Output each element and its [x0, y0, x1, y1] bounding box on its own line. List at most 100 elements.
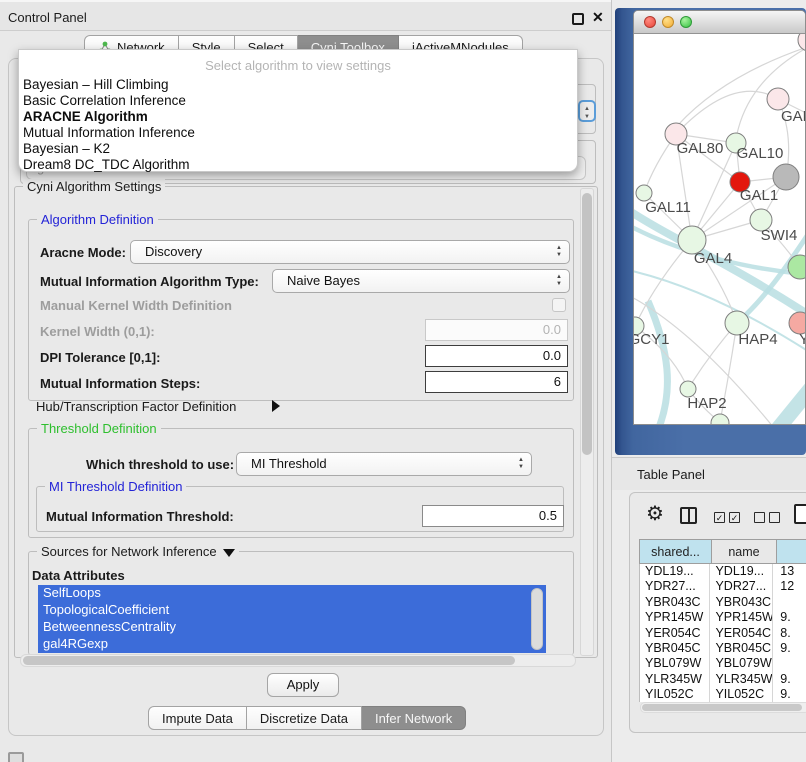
attribute-item-selected[interactable]: BetweennessCentrality: [38, 619, 546, 636]
mi-threshold-field[interactable]: 0.5: [422, 505, 564, 527]
cell-shared-name: YBL079W: [640, 656, 710, 671]
close-window-icon[interactable]: [644, 16, 656, 28]
table-row[interactable]: YIL052CYIL052C9.: [640, 687, 806, 702]
cell-name: YBR043C: [710, 595, 773, 610]
which-threshold-value: MI Threshold: [251, 456, 327, 471]
dropdown-item[interactable]: Bayesian – Hill Climbing: [23, 77, 573, 93]
manual-kernel-checkbox[interactable]: [552, 298, 566, 312]
table-panel: ⚙ ✓ ✓ shared... name A YDL19...YDL19...1…: [629, 492, 806, 733]
tab-discretize-data[interactable]: Discretize Data: [247, 706, 362, 730]
mi-type-value: Naive Bayes: [287, 273, 360, 288]
minimized-panel-icon[interactable]: [8, 752, 24, 762]
node-cut-top-right[interactable]: [798, 34, 806, 51]
table-header-row: shared... name A: [639, 539, 806, 564]
settings-vertical-scrollbar[interactable]: [580, 188, 594, 656]
network-window-frame[interactable]: GAL GAL80 GAL10 GAL1 GAL11 SWI4 GAL4 GCY…: [615, 8, 806, 455]
node-label: GAL4: [694, 250, 732, 267]
table-row[interactable]: YPR145WYPR145W9.: [640, 610, 806, 625]
cell-value: 8.: [773, 626, 806, 641]
mi-type-combo[interactable]: Naive Bayes ▲▼: [272, 269, 570, 293]
table-row[interactable]: YDL19...YDL19...13: [640, 564, 806, 579]
which-threshold-label: Which threshold to use:: [86, 457, 234, 472]
table-row[interactable]: YLR345WYLR345W9.: [640, 672, 806, 687]
expand-arrow-icon[interactable]: [223, 549, 235, 557]
checkbox-unchecked-icon[interactable]: [754, 512, 765, 523]
table-row[interactable]: YER054CYER054C8.: [640, 626, 806, 641]
mi-steps-field[interactable]: 6: [425, 371, 568, 393]
attribute-item-selected[interactable]: gal4RGexp: [38, 636, 546, 653]
spinner-arrows-icon: ▲▼: [518, 457, 524, 471]
network-window[interactable]: GAL GAL80 GAL10 GAL1 GAL11 SWI4 GAL4 GCY…: [633, 10, 806, 425]
manual-kernel-label: Manual Kernel Width Definition: [40, 298, 232, 313]
dpi-tolerance-label: DPI Tolerance [0,1]:: [40, 350, 160, 365]
kernel-width-field[interactable]: 0.0: [425, 319, 568, 341]
minimize-window-icon[interactable]: [662, 16, 674, 28]
checkbox-unchecked-icon[interactable]: [769, 512, 780, 523]
dropdown-item[interactable]: Basic Correlation Inference: [23, 93, 573, 109]
hub-definition-label[interactable]: Hub/Transcription Factor Definition: [36, 399, 236, 414]
scrollbar-thumb[interactable]: [582, 193, 592, 455]
screen: Control Panel ✕ Network Style Select Cyn…: [0, 0, 806, 762]
mi-threshold-group-title: MI Threshold Definition: [45, 479, 186, 494]
apply-button[interactable]: Apply: [267, 673, 339, 697]
tab-impute-data[interactable]: Impute Data: [148, 706, 247, 730]
scrollbar-thumb[interactable]: [642, 704, 802, 711]
data-attributes-label: Data Attributes: [32, 568, 125, 583]
control-panel-title: Control Panel: [8, 10, 87, 25]
checkbox-checked-icon[interactable]: ✓: [714, 512, 725, 523]
table-horizontal-scrollbar[interactable]: [640, 702, 806, 713]
cell-value: 12: [773, 579, 806, 594]
cell-name: YDR27...: [710, 579, 773, 594]
node-label: GAL: [781, 108, 806, 125]
settings-horizontal-scrollbar[interactable]: [20, 654, 576, 667]
tab-infer-network-label: Infer Network: [375, 711, 452, 726]
tab-infer-network[interactable]: Infer Network: [362, 706, 466, 730]
aracne-mode-combo[interactable]: Discovery ▲▼: [130, 240, 570, 264]
node-gal-cut[interactable]: [767, 88, 789, 110]
table-row[interactable]: YBR045CYBR045C9.: [640, 641, 806, 656]
node-label: GAL11: [645, 199, 691, 216]
table-row[interactable]: YBL079WYBL079W: [640, 656, 806, 671]
algorithm-combo-arrow[interactable]: ▲▼: [578, 100, 596, 122]
cell-shared-name: YPR145W: [640, 610, 710, 625]
algorithm-dropdown-popup: Select algorithm to view settings Bayesi…: [18, 49, 578, 172]
edge: [648, 301, 667, 425]
which-threshold-combo[interactable]: MI Threshold ▲▼: [236, 452, 532, 476]
node-label: Y: [799, 331, 806, 348]
gear-icon[interactable]: ⚙: [646, 501, 664, 526]
dpi-tolerance-field[interactable]: 0.0: [425, 345, 568, 367]
control-panel: Control Panel ✕ Network Style Select Cyn…: [0, 0, 612, 762]
table-panel-bar: Table Panel: [612, 457, 806, 490]
node-cut-bottom[interactable]: [711, 414, 729, 425]
attribute-item-selected[interactable]: TopologicalCoefficient: [38, 602, 546, 619]
export-table-icon[interactable]: [794, 504, 806, 524]
spinner-arrows-icon: ▲▼: [556, 274, 562, 288]
checkbox-checked-icon[interactable]: ✓: [729, 512, 740, 523]
columns-icon[interactable]: [680, 507, 697, 524]
close-icon[interactable]: ✕: [592, 9, 604, 26]
cell-name: YIL052C: [710, 687, 773, 702]
dropdown-item-highlighted[interactable]: ARACNE Algorithm: [23, 109, 573, 125]
edge: [772, 382, 806, 425]
table-row[interactable]: YDR27...YDR27...12: [640, 579, 806, 594]
attribute-list-scrollbar[interactable]: [531, 588, 543, 650]
cell-value: [773, 595, 806, 610]
attribute-item-selected[interactable]: SelfLoops: [38, 585, 546, 602]
node-label: HAP2: [687, 395, 726, 412]
dropdown-item[interactable]: Mutual Information Inference: [23, 125, 573, 141]
network-canvas[interactable]: GAL GAL80 GAL10 GAL1 GAL11 SWI4 GAL4 GCY…: [634, 34, 806, 425]
dropdown-item[interactable]: Bayesian – K2: [23, 141, 573, 157]
table-body: YDL19...YDL19...13 YDR27...YDR27...12 YB…: [639, 564, 806, 702]
sources-title-text: Sources for Network Inference: [41, 544, 217, 559]
float-panel-icon[interactable]: [572, 13, 584, 25]
column-header-cut[interactable]: A: [777, 539, 806, 564]
tab-discretize-data-label: Discretize Data: [260, 711, 348, 726]
dropdown-item[interactable]: Dream8 DC_TDC Algorithm: [23, 157, 573, 173]
column-header-shared-name[interactable]: shared...: [639, 539, 712, 564]
column-header-name[interactable]: name: [712, 539, 777, 564]
maximize-window-icon[interactable]: [680, 16, 692, 28]
scrollbar-thumb[interactable]: [23, 656, 515, 665]
network-window-titlebar[interactable]: [634, 11, 805, 34]
table-row[interactable]: YBR043CYBR043C: [640, 595, 806, 610]
collapse-arrow-icon[interactable]: [272, 400, 280, 412]
